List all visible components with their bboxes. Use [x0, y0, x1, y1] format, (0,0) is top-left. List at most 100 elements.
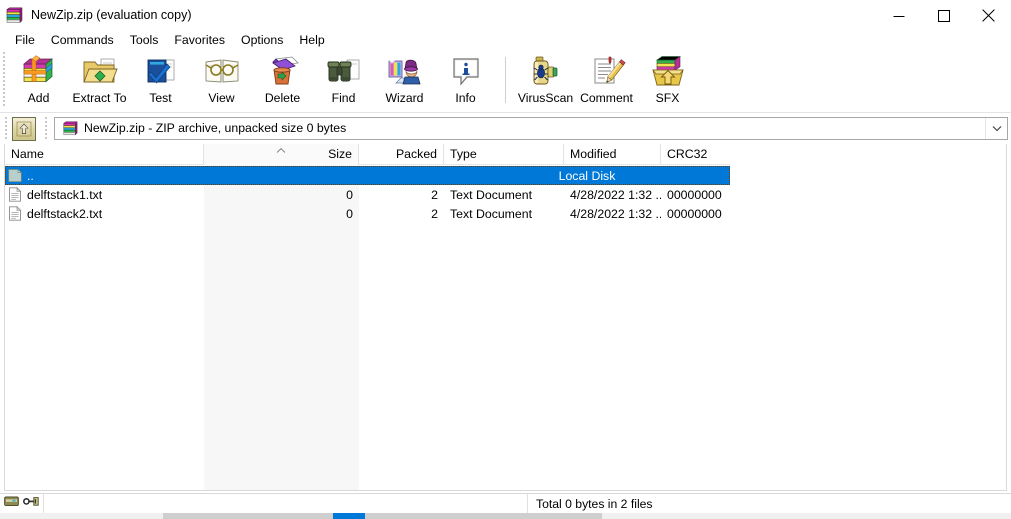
- archive-path-text: NewZip.zip - ZIP archive, unpacked size …: [84, 121, 347, 136]
- cell-size: 0: [346, 187, 353, 202]
- address-bar: NewZip.zip - ZIP archive, unpacked size …: [0, 113, 1011, 144]
- toolbar-button-sfx[interactable]: SFX: [637, 50, 698, 110]
- toolbar-label-view: View: [208, 91, 235, 105]
- status-bar: Total 0 bytes in 2 files: [0, 493, 1011, 514]
- table-row[interactable]: delftstack2.txt 0 2 Text Document 4/28/2…: [5, 204, 730, 223]
- window-title: NewZip.zip (evaluation copy): [31, 8, 192, 23]
- column-header-packed[interactable]: Packed: [359, 144, 444, 165]
- up-one-level-icon[interactable]: [12, 116, 36, 141]
- column-header-size[interactable]: Size: [204, 144, 359, 165]
- status-bar-icons: [0, 493, 44, 514]
- toolbar-label-test: Test: [149, 91, 172, 105]
- column-header-type[interactable]: Type: [444, 144, 564, 165]
- table-row[interactable]: .. Local Disk: [5, 166, 730, 185]
- archive-path-combobox[interactable]: NewZip.zip - ZIP archive, unpacked size …: [54, 117, 1008, 140]
- toolbar-button-find[interactable]: Find: [313, 50, 374, 110]
- cell-size: [204, 166, 359, 185]
- window-controls: [876, 0, 1011, 31]
- taskbar-active-indicator: [333, 513, 365, 519]
- column-header-name-label: Name: [11, 147, 44, 161]
- menu-item-options[interactable]: Options: [233, 33, 291, 48]
- cell-crc32: 00000000: [667, 187, 722, 202]
- taskbar-window-button[interactable]: Desktop: [365, 513, 773, 519]
- column-header-crc32[interactable]: CRC32: [661, 144, 730, 165]
- toolbar-button-comment[interactable]: Comment: [576, 50, 637, 110]
- key-icon[interactable]: [23, 495, 39, 513]
- menu-item-file[interactable]: File: [7, 33, 43, 48]
- toolbar-button-test[interactable]: Test: [130, 50, 191, 110]
- toolbar-label-virusscan: VirusScan: [517, 91, 574, 105]
- winrar-books-icon: [62, 120, 78, 137]
- column-header-packed-label: Packed: [395, 147, 437, 161]
- wizard-hat-icon: [386, 55, 424, 89]
- delete-recycle-bin-icon: [264, 55, 302, 89]
- toolbar-separator: [505, 57, 506, 103]
- maximize-icon[interactable]: [921, 0, 966, 31]
- text-document-icon: [8, 205, 22, 221]
- cell-packed: [359, 166, 444, 185]
- toolbar-label-delete: Delete: [264, 91, 301, 105]
- column-header-modified-label: Modified: [570, 147, 617, 161]
- taskbar-segment-left: [0, 513, 163, 519]
- extract-folder-icon: [81, 55, 119, 89]
- view-glasses-book-icon: [203, 55, 241, 89]
- text-document-icon: [8, 186, 22, 202]
- cell-name-text: delftstack2.txt: [27, 206, 103, 221]
- comment-pencil-icon: [588, 55, 626, 89]
- table-row[interactable]: delftstack1.txt 0 2 Text Document 4/28/2…: [5, 185, 730, 204]
- cell-name: delftstack2.txt: [5, 204, 204, 223]
- toolbar-label-info: Info: [455, 91, 476, 105]
- column-header-name[interactable]: Name: [5, 144, 204, 165]
- menu-item-favorites[interactable]: Favorites: [166, 33, 233, 48]
- menu-item-commands[interactable]: Commands: [43, 33, 122, 48]
- cell-packed: 2: [431, 206, 438, 221]
- menu-item-tools[interactable]: Tools: [122, 33, 167, 48]
- toolbar-button-view[interactable]: View: [191, 50, 252, 110]
- cell-crc32: 00000000: [667, 206, 722, 221]
- file-list-pane[interactable]: Name Size Packed Type Modified CRC32 .. …: [4, 144, 1007, 491]
- minimize-icon[interactable]: [876, 0, 921, 31]
- toolbar-label-add: Add: [27, 91, 50, 105]
- add-archive-icon: [20, 55, 58, 89]
- cell-size: 0: [346, 206, 353, 221]
- sort-ascending-icon: [276, 144, 287, 157]
- cell-packed: 2: [431, 187, 438, 202]
- column-header-crc32-label: CRC32: [667, 147, 708, 161]
- taskbar-segment-middle: [163, 513, 333, 519]
- toolbar-label-sfx: SFX: [655, 91, 680, 105]
- menu-item-help[interactable]: Help: [291, 33, 332, 48]
- cell-modified: 4/28/2022 1:32 ...: [570, 206, 661, 221]
- toolbar-button-wizard[interactable]: Wizard: [374, 50, 435, 110]
- title-bar: NewZip.zip (evaluation copy): [0, 0, 1011, 31]
- toolbar-button-info[interactable]: Info: [435, 50, 496, 110]
- toolbar-button-virusscan[interactable]: VirusScan: [515, 50, 576, 110]
- toolbar: Add Extract To Test View Delete Find Wiz…: [0, 50, 1011, 113]
- info-balloon-icon: [447, 55, 485, 89]
- toolbar-button-extract-to[interactable]: Extract To: [69, 50, 130, 110]
- menu-bar: File Commands Tools Favorites Options He…: [0, 31, 1011, 50]
- sfx-box-arrow-icon: [649, 55, 687, 89]
- cell-type: Text Document: [450, 187, 533, 202]
- cell-type: Text Document: [450, 206, 533, 221]
- address-bar-grip[interactable]: [2, 116, 10, 141]
- toolbar-label-extract-to: Extract To: [72, 91, 127, 105]
- toolbar-button-delete[interactable]: Delete: [252, 50, 313, 110]
- winrar-window: NewZip.zip (evaluation copy) File Comman…: [0, 0, 1011, 519]
- cell-name: ..: [5, 166, 204, 185]
- chevron-down-icon[interactable]: [985, 118, 1007, 139]
- find-binoculars-icon: [325, 55, 363, 89]
- winrar-books-icon: [5, 6, 23, 25]
- column-header-modified[interactable]: Modified: [564, 144, 661, 165]
- toolbar-grip[interactable]: [0, 52, 8, 108]
- column-header-size-label: Size: [328, 147, 352, 161]
- toolbar-button-add[interactable]: Add: [8, 50, 69, 110]
- cell-name-text: ..: [27, 168, 34, 183]
- toolbar-label-find: Find: [331, 91, 356, 105]
- close-icon[interactable]: [966, 0, 1011, 31]
- disk-drive-icon[interactable]: [4, 495, 19, 513]
- address-combo-grip[interactable]: [42, 116, 50, 141]
- file-list-header: Name Size Packed Type Modified CRC32: [5, 144, 730, 165]
- toolbar-label-comment: Comment: [580, 91, 633, 105]
- status-bar-message-pane: [44, 493, 528, 514]
- virusscan-spray-icon: [527, 55, 565, 89]
